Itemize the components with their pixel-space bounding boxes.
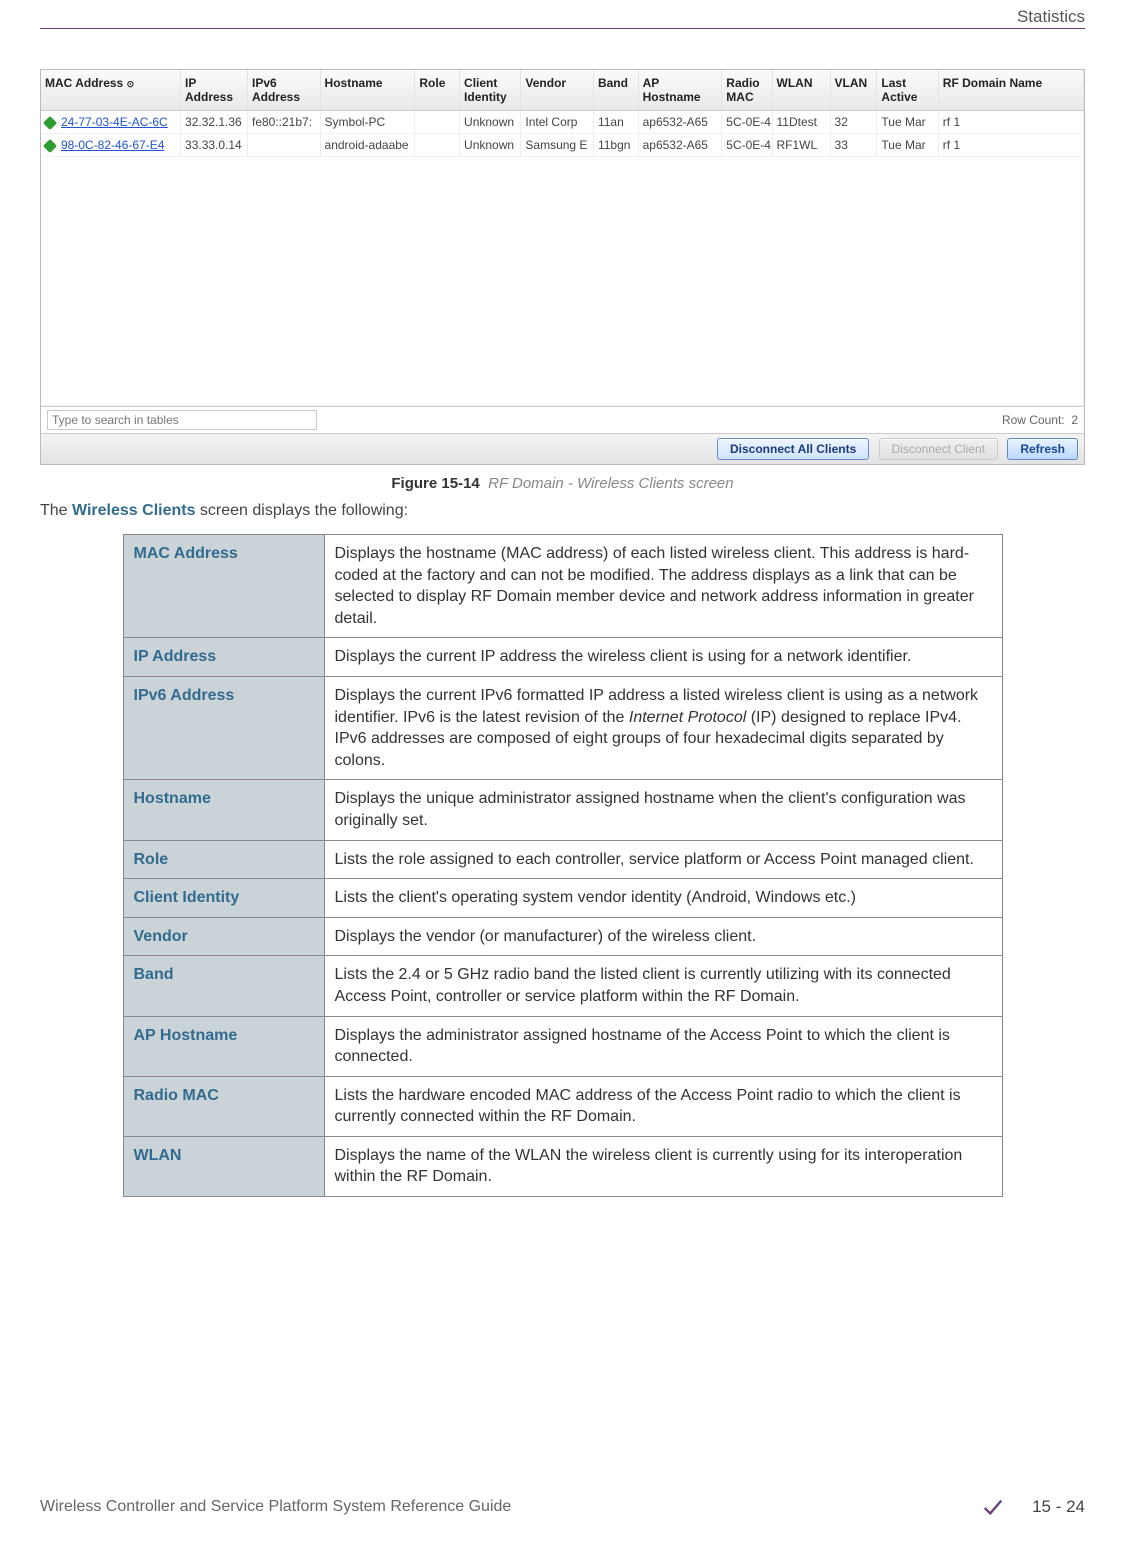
desc-row: VendorDisplays the vendor (or manufactur… bbox=[123, 917, 1002, 956]
desc-text: Displays the administrator assigned host… bbox=[324, 1016, 1002, 1076]
cell-band: 11an bbox=[593, 111, 638, 134]
col-ap-hostname[interactable]: AP Hostname bbox=[638, 70, 722, 111]
cell-ap-hostname: ap6532-A65 bbox=[638, 111, 722, 134]
desc-row: AP HostnameDisplays the administrator as… bbox=[123, 1016, 1002, 1076]
cell-last-active: Tue Mar bbox=[877, 134, 938, 157]
desc-text: Displays the current IP address the wire… bbox=[324, 638, 1002, 677]
desc-row: IP AddressDisplays the current IP addres… bbox=[123, 638, 1002, 677]
col-client-identity[interactable]: Client Identity bbox=[460, 70, 521, 111]
desc-text: Displays the current IPv6 formatted IP a… bbox=[324, 676, 1002, 779]
wireless-clients-screenshot: MAC Address ⊙ IP Address IPv6 Address Ho… bbox=[40, 69, 1085, 465]
desc-row: IPv6 AddressDisplays the current IPv6 fo… bbox=[123, 676, 1002, 779]
cell-rf-domain: rf 1 bbox=[938, 111, 1083, 134]
desc-term: IP Address bbox=[123, 638, 324, 677]
cell-vlan: 32 bbox=[830, 111, 877, 134]
col-band[interactable]: Band bbox=[593, 70, 638, 111]
empty-area bbox=[41, 157, 1084, 406]
row-count: Row Count: 2 bbox=[1002, 413, 1078, 427]
desc-term: MAC Address bbox=[123, 535, 324, 638]
cell-last-active: Tue Mar bbox=[877, 111, 938, 134]
cell-wlan: RF1WL bbox=[772, 134, 830, 157]
desc-term: Role bbox=[123, 840, 324, 879]
cell-ipv6: fe80::21b7: bbox=[247, 111, 320, 134]
cell-vendor: Samsung E bbox=[521, 134, 594, 157]
desc-row: MAC AddressDisplays the hostname (MAC ad… bbox=[123, 535, 1002, 638]
desc-text: Lists the client's operating system vend… bbox=[324, 879, 1002, 918]
refresh-button[interactable]: Refresh bbox=[1007, 438, 1078, 460]
cell-role bbox=[415, 134, 460, 157]
col-vlan[interactable]: VLAN bbox=[830, 70, 877, 111]
cell-client-identity: Unknown bbox=[460, 134, 521, 157]
cell-ap-hostname: ap6532-A65 bbox=[638, 134, 722, 157]
cell-wlan: 11Dtest bbox=[772, 111, 830, 134]
desc-text: Displays the unique administrator assign… bbox=[324, 780, 1002, 840]
desc-row: Client IdentityLists the client's operat… bbox=[123, 879, 1002, 918]
table-row[interactable]: 98-0C-82-46-67-E4 33.33.0.14 android-ada… bbox=[41, 134, 1084, 157]
desc-text: Lists the role assigned to each controll… bbox=[324, 840, 1002, 879]
cell-radio-mac: 5C-0E-4 bbox=[722, 134, 772, 157]
col-wlan[interactable]: WLAN bbox=[772, 70, 830, 111]
cell-role bbox=[415, 111, 460, 134]
status-dot-icon bbox=[43, 139, 57, 153]
col-role[interactable]: Role bbox=[415, 70, 460, 111]
table-row[interactable]: 24-77-03-4E-AC-6C 32.32.1.36 fe80::21b7:… bbox=[41, 111, 1084, 134]
cell-client-identity: Unknown bbox=[460, 111, 521, 134]
wireless-clients-table: MAC Address ⊙ IP Address IPv6 Address Ho… bbox=[41, 70, 1084, 406]
col-last-active[interactable]: Last Active bbox=[877, 70, 938, 111]
figure-caption: Figure 15-14 RF Domain - Wireless Client… bbox=[40, 475, 1085, 492]
desc-term: Radio MAC bbox=[123, 1076, 324, 1136]
cell-radio-mac: 5C-0E-4 bbox=[722, 111, 772, 134]
cell-hostname: Symbol-PC bbox=[320, 111, 415, 134]
desc-row: RoleLists the role assigned to each cont… bbox=[123, 840, 1002, 879]
footer-text: Wireless Controller and Service Platform… bbox=[40, 1498, 511, 1516]
desc-row: HostnameDisplays the unique administrato… bbox=[123, 780, 1002, 840]
cell-vlan: 33 bbox=[830, 134, 877, 157]
desc-row: BandLists the 2.4 or 5 GHz radio band th… bbox=[123, 956, 1002, 1016]
mac-link[interactable]: 98-0C-82-46-67-E4 bbox=[61, 138, 164, 152]
desc-term: Client Identity bbox=[123, 879, 324, 918]
desc-text: Lists the 2.4 or 5 GHz radio band the li… bbox=[324, 956, 1002, 1016]
desc-text: Displays the vendor (or manufacturer) of… bbox=[324, 917, 1002, 956]
table-search-input[interactable] bbox=[47, 410, 317, 430]
desc-term: Vendor bbox=[123, 917, 324, 956]
cell-hostname: android-adaabe bbox=[320, 134, 415, 157]
col-rf-domain[interactable]: RF Domain Name bbox=[938, 70, 1083, 111]
cell-ip: 33.33.0.14 bbox=[181, 134, 248, 157]
cell-ip: 32.32.1.36 bbox=[181, 111, 248, 134]
page-number: 15 - 24 bbox=[1032, 1497, 1085, 1517]
page-section-label: Statistics bbox=[1017, 7, 1085, 27]
col-ip[interactable]: IP Address bbox=[181, 70, 248, 111]
col-radio-mac[interactable]: Radio MAC bbox=[722, 70, 772, 111]
col-vendor[interactable]: Vendor bbox=[521, 70, 594, 111]
desc-term: IPv6 Address bbox=[123, 676, 324, 779]
cell-ipv6 bbox=[247, 134, 320, 157]
desc-text: Lists the hardware encoded MAC address o… bbox=[324, 1076, 1002, 1136]
cell-rf-domain: rf 1 bbox=[938, 134, 1083, 157]
disconnect-client-button[interactable]: Disconnect Client bbox=[879, 438, 998, 460]
desc-row: Radio MACLists the hardware encoded MAC … bbox=[123, 1076, 1002, 1136]
desc-term: Band bbox=[123, 956, 324, 1016]
mac-link[interactable]: 24-77-03-4E-AC-6C bbox=[61, 115, 168, 129]
col-hostname[interactable]: Hostname bbox=[320, 70, 415, 111]
cell-band: 11bgn bbox=[593, 134, 638, 157]
desc-text: Displays the name of the WLAN the wirele… bbox=[324, 1136, 1002, 1196]
status-dot-icon bbox=[43, 116, 57, 130]
field-description-table: MAC AddressDisplays the hostname (MAC ad… bbox=[123, 534, 1003, 1197]
col-ipv6[interactable]: IPv6 Address bbox=[247, 70, 320, 111]
check-icon bbox=[982, 1496, 1004, 1518]
desc-text: Displays the hostname (MAC address) of e… bbox=[324, 535, 1002, 638]
desc-row: WLANDisplays the name of the WLAN the wi… bbox=[123, 1136, 1002, 1196]
cell-vendor: Intel Corp bbox=[521, 111, 594, 134]
disconnect-all-button[interactable]: Disconnect All Clients bbox=[717, 438, 869, 460]
desc-term: WLAN bbox=[123, 1136, 324, 1196]
intro-text: The Wireless Clients screen displays the… bbox=[40, 502, 1085, 520]
desc-term: Hostname bbox=[123, 780, 324, 840]
col-mac[interactable]: MAC Address ⊙ bbox=[41, 70, 181, 111]
desc-term: AP Hostname bbox=[123, 1016, 324, 1076]
